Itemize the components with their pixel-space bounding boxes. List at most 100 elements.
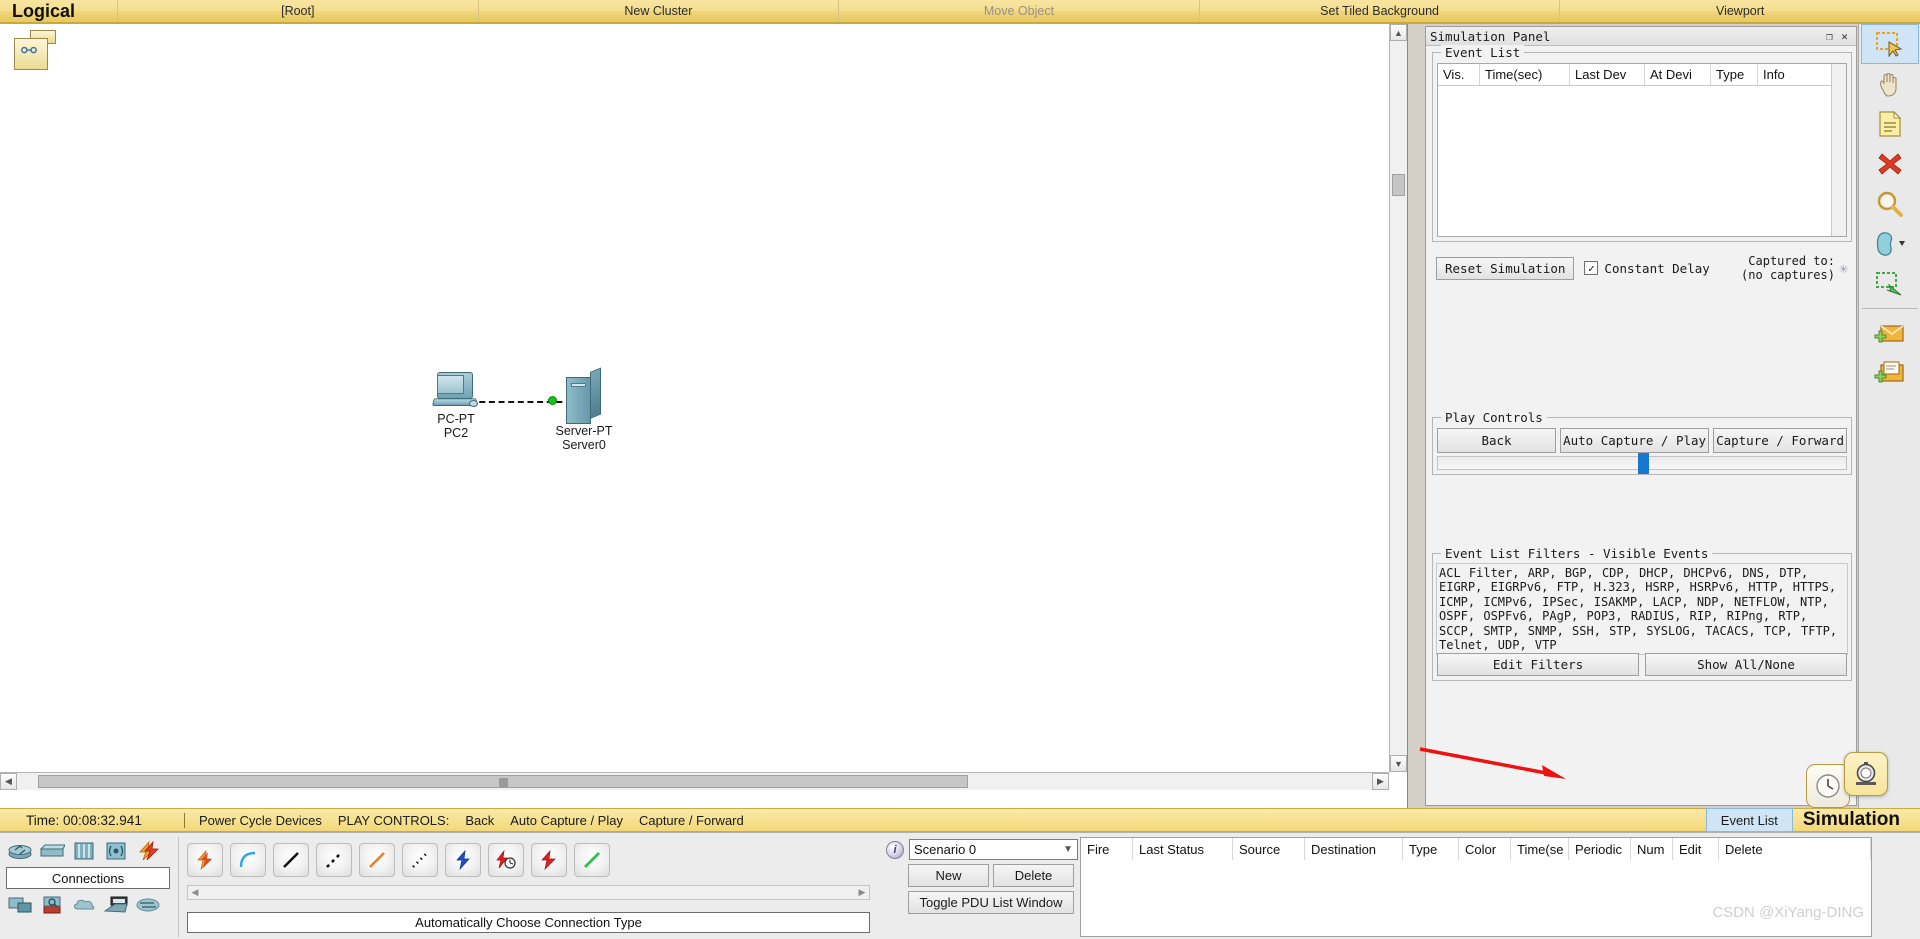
constant-delay-control[interactable]: ✓ Constant Delay xyxy=(1584,261,1710,276)
canvas-vertical-scrollbar[interactable]: ▲ ▼ xyxy=(1389,24,1407,772)
status-back-button[interactable]: Back xyxy=(465,813,494,828)
coaxial-connection-button[interactable] xyxy=(445,843,481,877)
custom-made-category-icon[interactable] xyxy=(134,893,162,917)
back-button[interactable]: Back xyxy=(1437,428,1557,453)
logical-mode-label[interactable]: Logical xyxy=(0,0,118,22)
resize-shape-tool-button[interactable] xyxy=(1861,264,1919,304)
wan-emulation-category-icon[interactable] xyxy=(70,893,98,917)
connections-category-icon[interactable] xyxy=(134,839,162,863)
copper-crossover-button[interactable] xyxy=(316,843,352,877)
server-icon xyxy=(566,367,602,424)
event-list-tab-button[interactable]: Event List xyxy=(1705,808,1793,832)
topbar-root-button[interactable]: [Root] xyxy=(118,0,479,22)
scroll-up-arrow-icon[interactable]: ▲ xyxy=(1390,24,1407,41)
security-category-icon[interactable] xyxy=(38,893,66,917)
switch-category-icon[interactable] xyxy=(38,839,66,863)
capture-forward-button[interactable]: Capture / Forward xyxy=(1713,428,1847,453)
topbar-move-object-button[interactable]: Move Object xyxy=(839,0,1200,22)
edit-filters-button[interactable]: Edit Filters xyxy=(1437,653,1639,676)
connection-scroll-left-icon[interactable]: ◀ xyxy=(188,886,202,899)
pdu-column-periodic[interactable]: Periodic xyxy=(1569,838,1631,860)
select-tool-button[interactable] xyxy=(1860,24,1919,64)
pdu-column-destination[interactable]: Destination xyxy=(1305,838,1403,860)
phone-connection-button[interactable] xyxy=(402,843,438,877)
auto-capture-play-button[interactable]: Auto Capture / Play xyxy=(1560,428,1710,453)
auto-connection-button[interactable] xyxy=(187,843,223,877)
logical-workspace[interactable]: ⚯ PC-PT PC2 Server-PT Server0 ▲ ▼ ◀ ▶ xyxy=(0,24,1408,808)
power-cycle-devices-button[interactable]: Power Cycle Devices xyxy=(199,813,322,828)
play-speed-slider[interactable] xyxy=(1437,453,1847,474)
network-canvas[interactable]: ⚯ PC-PT PC2 Server-PT Server0 xyxy=(0,24,1389,772)
show-all-none-button[interactable]: Show All/None xyxy=(1645,653,1847,676)
pdu-list-table[interactable]: Fire Last Status Source Destination Type… xyxy=(1080,837,1872,937)
copper-straight-button[interactable] xyxy=(273,843,309,877)
reset-simulation-button[interactable]: Reset Simulation xyxy=(1436,256,1575,280)
new-scenario-button[interactable]: New xyxy=(908,864,989,887)
add-simple-pdu-tool-button[interactable] xyxy=(1861,313,1919,353)
topbar-set-tiled-background-button[interactable]: Set Tiled Background xyxy=(1200,0,1561,22)
place-note-tool-button[interactable] xyxy=(1861,104,1919,144)
topbar-new-cluster-button[interactable]: New Cluster xyxy=(479,0,840,22)
end-devices-category-icon[interactable] xyxy=(6,893,34,917)
horizontal-scroll-thumb[interactable] xyxy=(38,775,968,788)
pdu-column-color[interactable]: Color xyxy=(1459,838,1511,860)
restore-icon[interactable]: ❐ xyxy=(1822,29,1837,44)
delete-scenario-button[interactable]: Delete xyxy=(993,864,1074,887)
hub-category-icon[interactable] xyxy=(70,839,98,863)
bottom-panel: Connections ◀ ▶ Automatically Choose Con… xyxy=(0,832,1920,939)
magnifier-icon xyxy=(1877,191,1903,217)
column-vis[interactable]: Vis. xyxy=(1438,64,1480,85)
event-list-table[interactable]: Vis. Time(sec) Last Dev At Devi Type Inf… xyxy=(1437,63,1847,237)
device-pc2[interactable]: PC-PT PC2 xyxy=(408,372,504,440)
pdu-column-source[interactable]: Source xyxy=(1233,838,1305,860)
vertical-scroll-thumb[interactable] xyxy=(1392,174,1405,196)
multiuser-category-icon[interactable] xyxy=(102,893,130,917)
add-complex-pdu-tool-button[interactable] xyxy=(1861,353,1919,393)
console-connection-button[interactable] xyxy=(230,843,266,877)
fiber-connection-button[interactable] xyxy=(359,843,395,877)
device-category-row-2 xyxy=(2,891,174,919)
column-at-device[interactable]: At Devi xyxy=(1645,64,1711,85)
pdu-column-edit[interactable]: Edit xyxy=(1673,838,1719,860)
connection-types-scrollbar[interactable]: ◀ ▶ xyxy=(187,885,870,900)
scroll-right-arrow-icon[interactable]: ▶ xyxy=(1372,773,1389,790)
scroll-down-arrow-icon[interactable]: ▼ xyxy=(1390,755,1407,772)
device-model-label: Server-PT xyxy=(555,424,613,438)
inspect-tool-button[interactable] xyxy=(1861,184,1919,224)
router-category-icon[interactable] xyxy=(6,839,34,863)
simulation-mode-button[interactable] xyxy=(1844,752,1888,796)
pdu-column-delete[interactable]: Delete xyxy=(1719,838,1871,860)
constant-delay-checkbox[interactable]: ✓ xyxy=(1584,261,1599,275)
status-capture-forward-button[interactable]: Capture / Forward xyxy=(639,813,744,828)
device-server0[interactable]: Server-PT Server0 xyxy=(532,367,636,452)
serial-dce-button[interactable] xyxy=(488,843,524,877)
move-layout-tool-button[interactable] xyxy=(1861,64,1919,104)
scenario-dropdown[interactable]: Scenario 0 ▼ xyxy=(909,839,1078,860)
close-icon[interactable]: ✕ xyxy=(1837,29,1852,44)
status-auto-capture-button[interactable]: Auto Capture / Play xyxy=(510,813,623,828)
play-controls-group: Play Controls Back Auto Capture / Play C… xyxy=(1432,410,1852,475)
topbar-viewport-button[interactable]: Viewport xyxy=(1560,0,1920,22)
draw-shape-tool-button[interactable] xyxy=(1861,224,1919,264)
column-type[interactable]: Type xyxy=(1711,64,1758,85)
play-speed-slider-knob[interactable] xyxy=(1637,453,1649,474)
root-cluster-icon[interactable]: ⚯ xyxy=(14,30,56,72)
visible-events-protocol-list: ACL Filter, ARP, BGP, CDP, DHCP, DHCPv6,… xyxy=(1436,563,1848,656)
pdu-column-num[interactable]: Num xyxy=(1631,838,1673,860)
pdu-column-time[interactable]: Time(se xyxy=(1511,838,1569,860)
pdu-column-last-status[interactable]: Last Status xyxy=(1133,838,1233,860)
canvas-horizontal-scrollbar[interactable]: ◀ ▶ xyxy=(0,772,1389,790)
column-time[interactable]: Time(sec) xyxy=(1480,64,1570,85)
wireless-category-icon[interactable] xyxy=(102,839,130,863)
scroll-left-arrow-icon[interactable]: ◀ xyxy=(0,773,17,790)
toggle-pdu-list-window-button[interactable]: Toggle PDU List Window xyxy=(908,891,1074,914)
info-icon[interactable]: i xyxy=(886,840,904,859)
connection-scroll-right-icon[interactable]: ▶ xyxy=(855,886,869,899)
serial-dte-button[interactable] xyxy=(531,843,567,877)
pdu-column-type[interactable]: Type xyxy=(1403,838,1459,860)
column-last-dev[interactable]: Last Dev xyxy=(1570,64,1645,85)
pdu-column-fire[interactable]: Fire xyxy=(1081,838,1133,860)
delete-tool-button[interactable] xyxy=(1861,144,1919,184)
octal-connection-button[interactable] xyxy=(574,843,610,877)
event-list-scrollbar[interactable] xyxy=(1831,64,1846,236)
